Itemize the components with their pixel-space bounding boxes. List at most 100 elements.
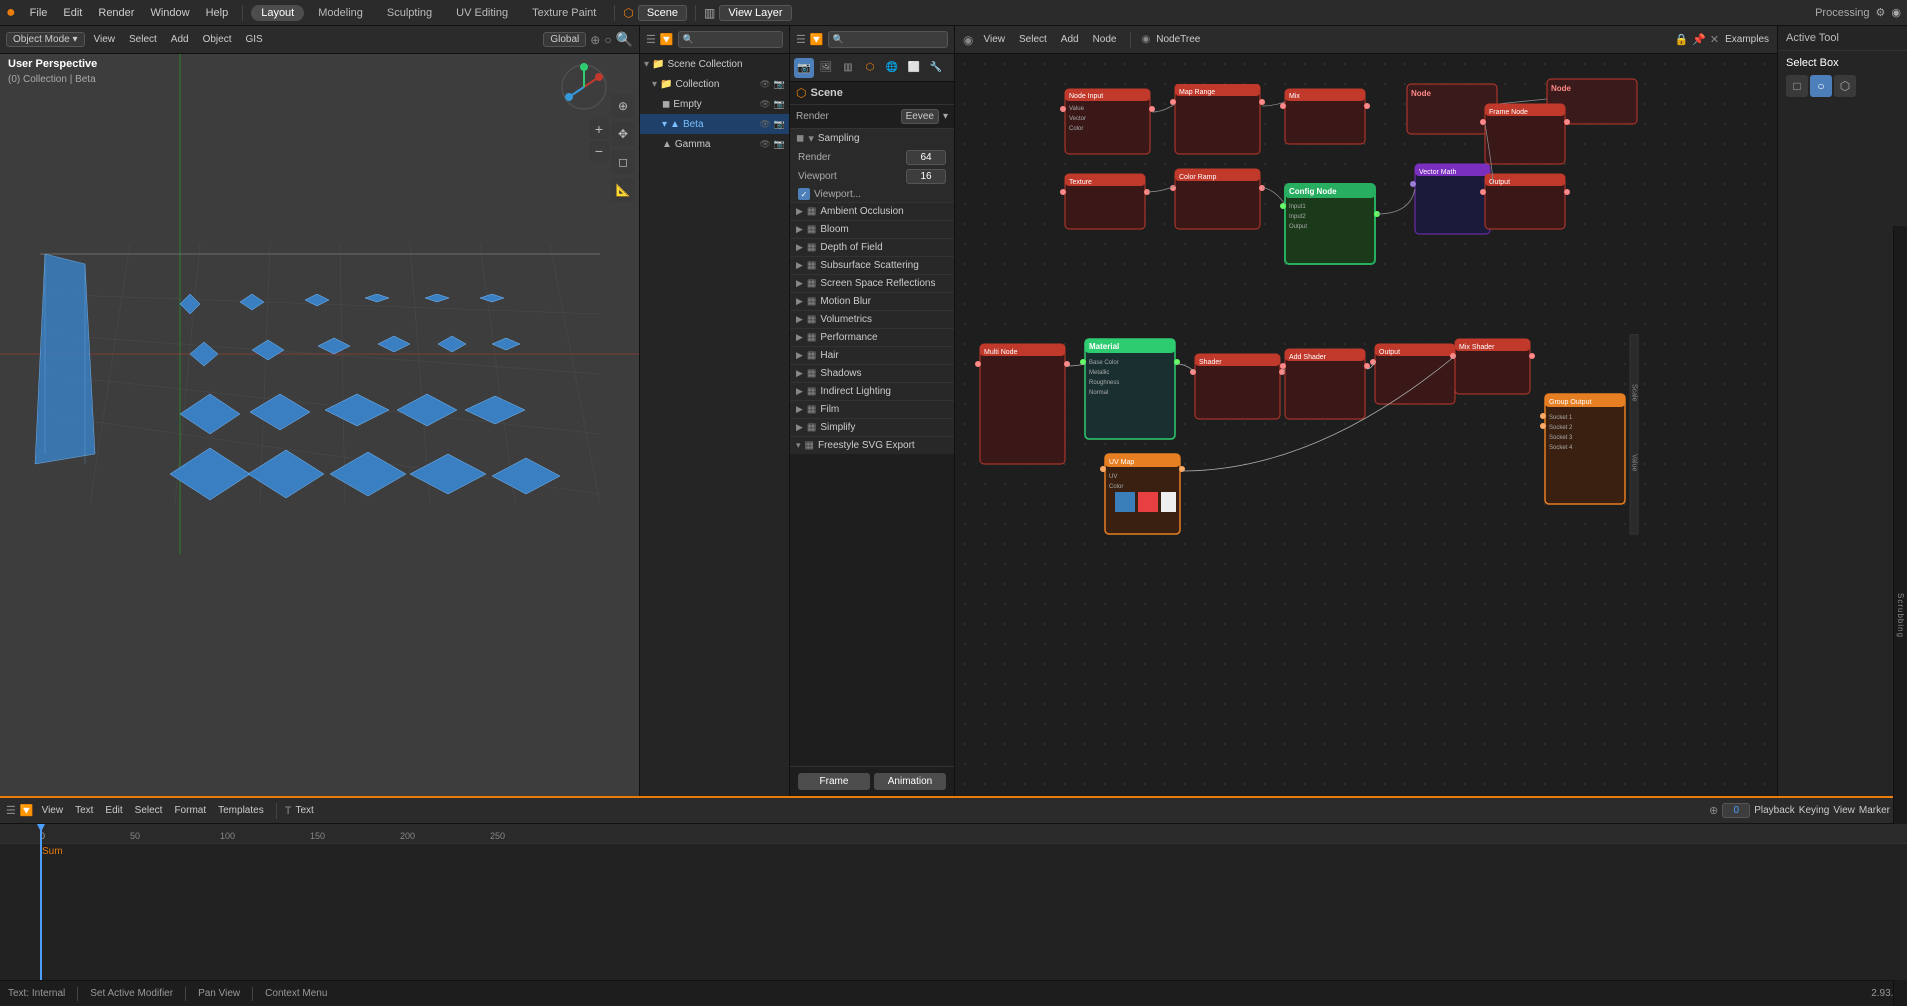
tab-sculpting[interactable]: Sculpting xyxy=(377,5,442,21)
animation-btn[interactable]: Animation xyxy=(874,773,946,790)
film-section[interactable]: ▶ ▦ Film xyxy=(790,400,954,418)
object-btn[interactable]: Object xyxy=(198,32,237,47)
playhead[interactable] xyxy=(40,824,42,980)
playback-icon[interactable]: ⊕ xyxy=(1709,804,1718,817)
tab-modeling[interactable]: Modeling xyxy=(308,5,373,21)
node-x-icon[interactable]: ✕ xyxy=(1710,33,1719,46)
ssr-section[interactable]: ▶ ▦ Screen Space Reflections xyxy=(790,274,954,292)
search-btn[interactable]: 🔍 xyxy=(616,31,633,48)
subsurface-section[interactable]: ▶ ▦ Subsurface Scattering xyxy=(790,256,954,274)
header-icon-2[interactable]: ◉ xyxy=(1891,6,1901,19)
camera-icon[interactable]: 📷 xyxy=(774,79,785,90)
view-layer-icon[interactable]: ▥ xyxy=(838,58,858,78)
node-node-btn[interactable]: Node xyxy=(1089,32,1121,47)
render-props-icon[interactable]: 📷 xyxy=(794,58,814,78)
outliner-item-beta[interactable]: ▾ ▲ Beta 👁 📷 xyxy=(640,114,789,134)
zoom-in-btn[interactable]: + xyxy=(589,119,609,139)
node-pin-icon[interactable]: 📌 xyxy=(1692,33,1706,46)
eye-icon-4[interactable]: 👁 xyxy=(759,139,770,150)
freestyle-section[interactable]: ▾ ▦ Freestyle SVG Export xyxy=(790,436,954,454)
outliner-item-empty[interactable]: ◼ Empty 👁 📷 xyxy=(640,94,789,114)
camera-icon-4[interactable]: 📷 xyxy=(774,139,785,150)
hair-section[interactable]: ▶ ▦ Hair xyxy=(790,346,954,364)
tab-layout[interactable]: Layout xyxy=(251,5,304,21)
volumetrics-section[interactable]: ▶ ▦ Volumetrics xyxy=(790,310,954,328)
view-btn[interactable]: View xyxy=(89,32,121,47)
indirect-lighting-section[interactable]: ▶ ▦ Indirect Lighting xyxy=(790,382,954,400)
measure-tool[interactable]: 📐 xyxy=(611,178,635,202)
menu-file[interactable]: File xyxy=(24,5,54,21)
menu-help[interactable]: Help xyxy=(200,5,235,21)
scene-name[interactable]: Scene xyxy=(638,5,687,21)
render-count-value[interactable]: 64 xyxy=(906,150,946,165)
timeline-format-btn[interactable]: Format xyxy=(170,803,210,818)
viewlayer-name[interactable]: View Layer xyxy=(719,5,791,21)
timeline-edit-btn[interactable]: Edit xyxy=(101,803,126,818)
eye-icon[interactable]: 👁 xyxy=(759,79,770,90)
modifier-props-icon[interactable]: 🔧 xyxy=(926,58,946,78)
tab-texture-paint[interactable]: Texture Paint xyxy=(522,5,606,21)
shadows-section[interactable]: ▶ ▦ Shadows xyxy=(790,364,954,382)
playback-btn[interactable]: Playback xyxy=(1754,805,1795,816)
menu-edit[interactable]: Edit xyxy=(57,5,88,21)
add-btn[interactable]: Add xyxy=(166,32,194,47)
viewport-3d[interactable]: User Perspective (0) Collection | Beta ⊕… xyxy=(0,54,639,796)
transform-select[interactable]: Global xyxy=(543,32,586,47)
viewport-mode-select[interactable]: Object Mode ▾ xyxy=(6,32,85,47)
examples-label[interactable]: Examples xyxy=(1725,34,1769,45)
outliner-item-collection[interactable]: ▾ 📁 Collection 👁 📷 xyxy=(640,74,789,94)
props-filter-icon[interactable]: 🔽 xyxy=(810,33,824,46)
timeline-view-btn[interactable]: View xyxy=(38,803,68,818)
render-engine-select[interactable]: Eevee xyxy=(901,109,939,124)
nav-gizmo[interactable] xyxy=(559,62,609,112)
camera-icon-2[interactable]: 📷 xyxy=(774,99,785,110)
props-search-box[interactable]: 🔍 xyxy=(828,31,948,48)
scene-props-icon[interactable]: ⬡ xyxy=(860,58,880,78)
tl-view-btn[interactable]: View xyxy=(1833,805,1855,816)
motion-blur-section[interactable]: ▶ ▦ Motion Blur xyxy=(790,292,954,310)
bloom-section[interactable]: ▶ ▦ Bloom xyxy=(790,220,954,238)
object-props-icon[interactable]: ⬜ xyxy=(904,58,924,78)
outliner-item-scene-collection[interactable]: ▾ 📁 Scene Collection xyxy=(640,54,789,74)
cursor-tool[interactable]: ⊕ xyxy=(611,94,635,118)
timeline-select-btn[interactable]: Select xyxy=(131,803,167,818)
outliner-filter-icon[interactable]: 🔽 xyxy=(660,33,674,46)
proportional-btn[interactable]: ○ xyxy=(604,33,611,47)
node-tree-label[interactable]: NodeTree xyxy=(1156,34,1200,45)
outliner-item-gamma[interactable]: ▲ Gamma 👁 📷 xyxy=(640,134,789,154)
depth-of-field-section[interactable]: ▶ ▦ Depth of Field xyxy=(790,238,954,256)
current-frame-display[interactable]: 0 xyxy=(1722,803,1750,818)
world-props-icon[interactable]: 🌐 xyxy=(882,58,902,78)
select-mode-rect[interactable]: □ xyxy=(1786,75,1808,97)
node-canvas[interactable]: Node Node Node Input Value Vector xyxy=(955,54,1777,796)
output-props-icon[interactable]: 🖼 xyxy=(816,58,836,78)
node-select-btn[interactable]: Select xyxy=(1015,32,1051,47)
snap-btn[interactable]: ⊕ xyxy=(590,33,600,47)
gis-btn[interactable]: GIS xyxy=(241,32,268,47)
zoom-out-btn[interactable]: − xyxy=(589,141,609,161)
timeline-templates-btn[interactable]: Templates xyxy=(214,803,268,818)
select-mode-lasso[interactable]: ⬡ xyxy=(1834,75,1856,97)
eye-icon-2[interactable]: 👁 xyxy=(759,99,770,110)
checkbox-viewport[interactable]: ✓ xyxy=(798,188,810,200)
keying-btn[interactable]: Keying xyxy=(1799,805,1830,816)
viewport-count-value[interactable]: 16 xyxy=(906,169,946,184)
marker-btn[interactable]: Marker xyxy=(1859,805,1890,816)
frame-btn[interactable]: Frame xyxy=(798,773,870,790)
menu-window[interactable]: Window xyxy=(144,5,195,21)
move-tool[interactable]: ✥ xyxy=(611,122,635,146)
simplify-section[interactable]: ▶ ▦ Simplify xyxy=(790,418,954,436)
node-view-btn[interactable]: View xyxy=(979,32,1009,47)
node-add-btn[interactable]: Add xyxy=(1057,32,1083,47)
tab-uv-editing[interactable]: UV Editing xyxy=(446,5,518,21)
view-tool[interactable]: ◻ xyxy=(611,150,635,174)
ambient-occlusion-section[interactable]: ▶ ▦ Ambient Occlusion xyxy=(790,202,954,220)
timeline-text-btn[interactable]: Text xyxy=(71,803,97,818)
select-btn[interactable]: Select xyxy=(124,32,162,47)
node-lock-icon[interactable]: 🔒 xyxy=(1674,33,1688,46)
menu-render[interactable]: Render xyxy=(92,5,140,21)
sampling-header[interactable]: ◼ ▾ Sampling xyxy=(790,129,954,148)
header-icon-1[interactable]: ⚙ xyxy=(1876,6,1886,19)
eye-icon-3[interactable]: 👁 xyxy=(759,119,770,130)
text-filter-icon[interactable]: 🔽 xyxy=(20,804,34,817)
